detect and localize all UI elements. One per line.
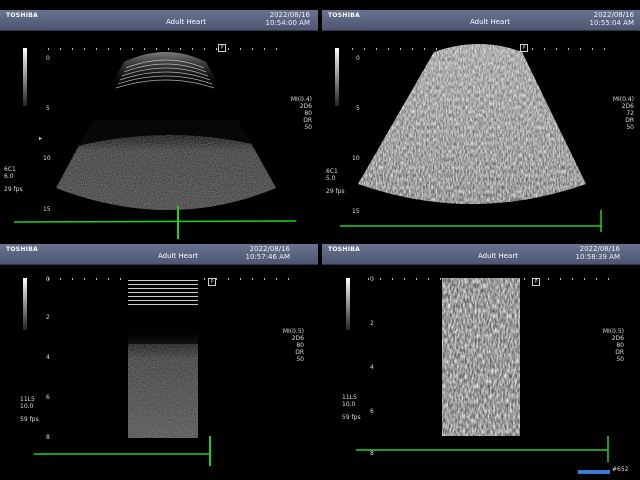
ultrasound-linear-image: [34, 278, 211, 466]
ecg-trace: [13, 220, 297, 223]
ultrasound-sector-image: [13, 52, 297, 239]
ultrasound-sector-image: [340, 44, 602, 232]
panel-top-left: TOSHIBA Adult Heart 2022/08/16 10:54:00 …: [0, 10, 318, 242]
cine-bar: [578, 470, 610, 474]
frame-counter: #652: [612, 466, 629, 473]
panel-bottom-right: TOSHIBA Adult Heart 2022/08/16 10:58:39 …: [322, 244, 640, 480]
ultrasound-linear-image: [356, 278, 610, 474]
panel-bottom-left: TOSHIBA Adult Heart 2022/08/16 10:57:46 …: [0, 244, 318, 480]
panel-top-right: TOSHIBA Adult Heart 2022/08/16 10:55:04 …: [322, 10, 640, 242]
